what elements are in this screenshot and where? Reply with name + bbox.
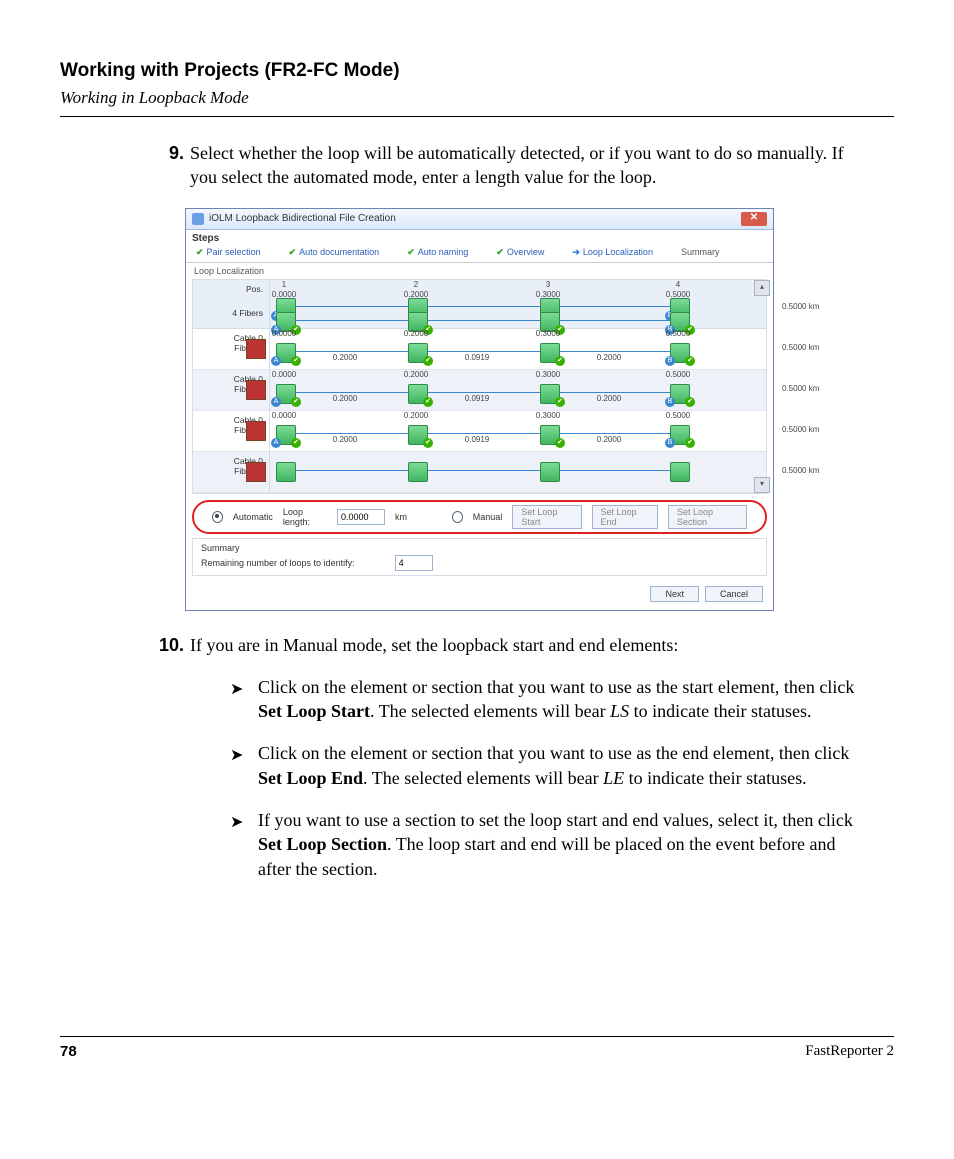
node-icon[interactable]: B✔: [670, 425, 690, 445]
manual-radio[interactable]: [452, 511, 463, 523]
bullet-list: ➤ Click on the element or section that y…: [230, 675, 864, 881]
set-loop-section-button[interactable]: Set Loop Section: [668, 505, 747, 529]
node-icon[interactable]: B✔: [670, 343, 690, 363]
fiber-diagram: Pos. 4 Fibers 1 2 3 4 0.0000 0.2000 0.30…: [192, 279, 767, 494]
header-label: Pos. 4 Fibers: [193, 280, 270, 328]
node-icon[interactable]: [408, 462, 428, 482]
node-icon[interactable]: ✔: [540, 343, 560, 363]
dialog-title: iOLM Loopback Bidirectional File Creatio…: [209, 213, 396, 224]
step-number: 10.: [152, 633, 190, 657]
product-name: FastReporter 2: [805, 1043, 894, 1060]
node-icon[interactable]: ✔: [540, 425, 560, 445]
page-footer: 78 FastReporter 2: [60, 1036, 894, 1060]
step-10: 10.If you are in Manual mode, set the lo…: [190, 633, 874, 657]
diagram-header: Pos. 4 Fibers 1 2 3 4 0.0000 0.2000 0.30…: [193, 280, 766, 329]
node-icon[interactable]: [670, 462, 690, 482]
tab-loop-localization[interactable]: ➔Loop Localization: [572, 247, 653, 258]
step-9: 9.Select whether the loop will be automa…: [190, 141, 874, 190]
tab-summary[interactable]: Summary: [681, 247, 720, 258]
bullet-item: ➤ Click on the element or section that y…: [230, 675, 864, 724]
node-icon[interactable]: A✔: [276, 384, 296, 404]
loop-length-label: Loop length:: [283, 507, 327, 527]
fiber-row[interactable]: Cable 0Fiber000.00000.20000.30000.5000A✔…: [193, 370, 766, 411]
node-icon[interactable]: B✔: [670, 384, 690, 404]
close-button[interactable]: ✕: [741, 212, 767, 226]
check-icon: ✔: [289, 247, 297, 258]
row-label: Cable 0Fiber00: [193, 329, 270, 369]
fiber-icon: [246, 462, 266, 482]
header-body: 1 2 3 4 0.0000 0.2000 0.3000 0.5000 A B …: [270, 280, 766, 328]
fiber-icon: [246, 339, 266, 359]
page-number: 78: [60, 1043, 77, 1060]
fiber-row[interactable]: Cable 0Fiber000.00000.20000.30000.5000A✔…: [193, 329, 766, 370]
summary-label: Summary: [201, 543, 758, 553]
tab-auto-naming[interactable]: ✔Auto naming: [407, 247, 468, 258]
loop-length-input[interactable]: [337, 509, 385, 525]
step-number: 9.: [152, 141, 190, 165]
bullet-item: ➤ If you want to use a section to set th…: [230, 808, 864, 881]
bullet-marker-icon: ➤: [230, 745, 243, 767]
summary-box: Summary Remaining number of loops to ide…: [192, 538, 767, 576]
titlebar: iOLM Loopback Bidirectional File Creatio…: [186, 209, 773, 230]
loop-controls-highlight: Automatic Loop length: km Manual Set Loo…: [192, 500, 767, 534]
node-icon[interactable]: A✔: [276, 425, 296, 445]
tab-overview[interactable]: ✔Overview: [496, 247, 544, 258]
chapter-title: Working with Projects (FR2-FC Mode): [60, 60, 894, 82]
fiber-icon: [246, 380, 266, 400]
dialog-screenshot: iOLM Loopback Bidirectional File Creatio…: [185, 208, 774, 611]
bullet-marker-icon: ➤: [230, 812, 243, 834]
set-loop-end-button[interactable]: Set Loop End: [592, 505, 659, 529]
app-icon: [192, 213, 204, 225]
manual-label: Manual: [473, 512, 503, 522]
node-icon[interactable]: ✔: [408, 384, 428, 404]
steps-header: Steps: [186, 230, 773, 244]
node-icon[interactable]: A✔: [276, 343, 296, 363]
row-label: Cable 0Fiber00: [193, 452, 270, 492]
automatic-radio[interactable]: [212, 511, 223, 523]
row-label: Cable 0Fiber00: [193, 370, 270, 410]
wizard-tabs: ✔Pair selection ✔Auto documentation ✔Aut…: [186, 244, 773, 263]
fiber-row[interactable]: Cable 0Fiber000.00000.20000.30000.5000A✔…: [193, 411, 766, 452]
scroll-down[interactable]: ▾: [754, 477, 770, 493]
check-icon: ✔: [407, 247, 415, 258]
tab-pair-selection[interactable]: ✔Pair selection: [196, 247, 261, 258]
cancel-button[interactable]: Cancel: [705, 586, 763, 602]
section-title: Working in Loopback Mode: [60, 88, 894, 108]
node-icon[interactable]: ✔: [408, 425, 428, 445]
dialog-footer: Next Cancel: [186, 580, 773, 610]
next-button[interactable]: Next: [650, 586, 699, 602]
row-label: Cable 0Fiber00: [193, 411, 270, 451]
bullet-item: ➤ Click on the element or section that y…: [230, 741, 864, 790]
unit-label: km: [395, 512, 407, 522]
fiber-icon: [246, 421, 266, 441]
remaining-value[interactable]: [395, 555, 433, 571]
step-text: If you are in Manual mode, set the loopb…: [190, 635, 678, 655]
scroll-up[interactable]: ▴: [754, 280, 770, 296]
set-loop-start-button[interactable]: Set Loop Start: [512, 505, 581, 529]
check-icon: ✔: [196, 247, 204, 258]
automatic-label: Automatic: [233, 512, 273, 522]
bullet-marker-icon: ➤: [230, 679, 243, 701]
check-icon: ✔: [496, 247, 504, 258]
header-rule: [60, 116, 894, 117]
fiber-row[interactable]: Cable 0Fiber000.5000 km: [193, 452, 766, 493]
tab-auto-documentation[interactable]: ✔Auto documentation: [289, 247, 380, 258]
node-icon[interactable]: ✔: [408, 343, 428, 363]
arrow-icon: ➔: [572, 247, 580, 258]
node-icon[interactable]: [276, 462, 296, 482]
node-icon[interactable]: [540, 462, 560, 482]
step-text: Select whether the loop will be automati…: [190, 143, 844, 187]
node-icon[interactable]: ✔: [540, 384, 560, 404]
group-label: Loop Localization: [186, 263, 773, 279]
remaining-label: Remaining number of loops to identify:: [201, 558, 355, 568]
